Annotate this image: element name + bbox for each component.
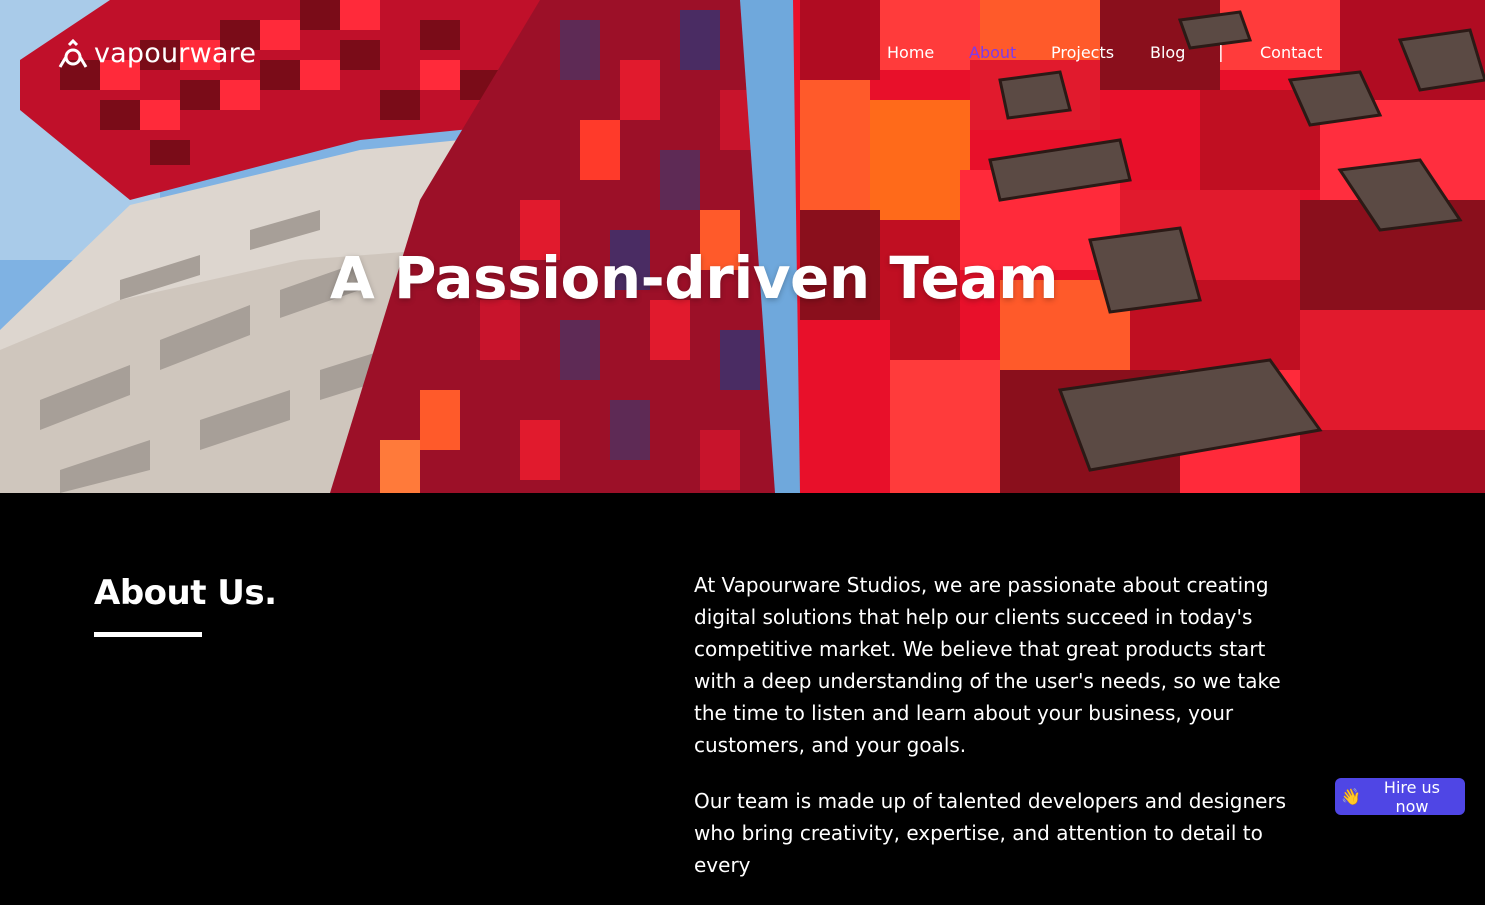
hero-banner: vapourware Home About Projects Blog | Co… [0,0,1485,493]
heading-underline [94,632,202,637]
hire-us-button[interactable]: 👋 Hire us now [1335,777,1465,816]
about-body: At Vapourware Studios, we are passionate… [694,569,1304,905]
hire-us-label: Hire us now [1383,777,1441,816]
about-paragraph-2: Our team is made up of talented develope… [694,789,1287,877]
main-nav: Home About Projects Blog | Contact [0,43,1485,67]
nav-item-projects[interactable]: Projects [1051,43,1114,62]
about-heading: About Us. [94,573,277,613]
nav-item-blog[interactable]: Blog [1150,43,1185,62]
hero-title: A Passion-driven Team [329,243,1059,312]
about-section: About Us. At Vapourware Studios, we are … [0,493,1485,877]
nav-item-about[interactable]: About [969,43,1016,62]
about-paragraph-1: At Vapourware Studios, we are passionate… [694,573,1281,757]
waving-hand-icon: 👋 [1341,787,1361,806]
nav-separator: | [1218,43,1224,63]
nav-item-home[interactable]: Home [887,43,934,62]
nav-item-contact[interactable]: Contact [1260,43,1322,62]
